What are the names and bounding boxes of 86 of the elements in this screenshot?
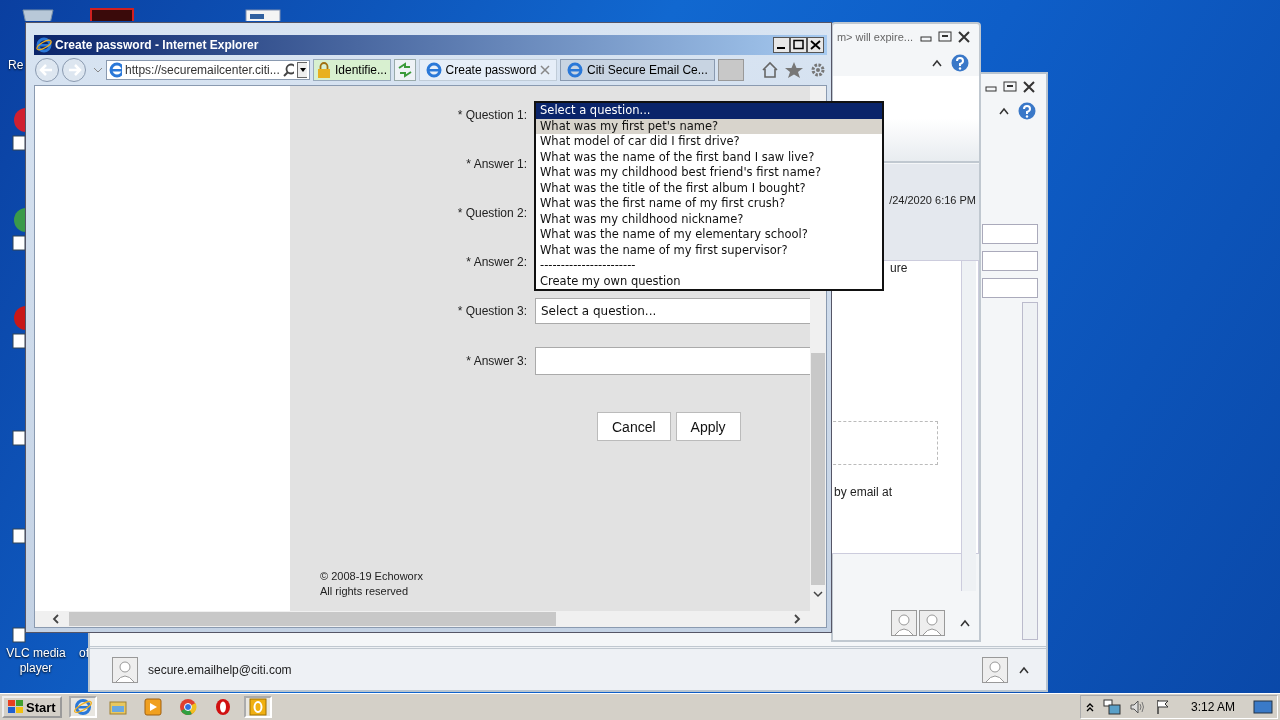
body-text: ure <box>890 261 908 275</box>
dropdown-option[interactable]: What was my childhood best friend's first name? <box>536 165 882 181</box>
dropdown-caret-icon[interactable] <box>297 62 307 78</box>
shortcut-icon[interactable] <box>12 528 26 544</box>
field-label: * Question 1: <box>456 108 527 122</box>
folder-icon <box>107 698 128 716</box>
lock-icon <box>317 62 331 78</box>
close-icon[interactable] <box>540 65 551 75</box>
avatar-icon <box>891 610 917 636</box>
search-icon[interactable] <box>282 63 295 77</box>
scrollbar[interactable] <box>1022 302 1038 640</box>
shortcut-icon[interactable] <box>12 208 26 252</box>
message-date: /24/2020 6:16 PM <box>889 194 976 206</box>
dropdown-option[interactable]: What was the first name of my first crush? <box>536 196 882 212</box>
window-controls-icon[interactable] <box>773 37 825 53</box>
show-desktop-icon[interactable] <box>1253 699 1273 715</box>
horizontal-scrollbar[interactable] <box>35 611 826 627</box>
apply-button[interactable]: Apply <box>675 412 741 441</box>
collapse-icon[interactable] <box>931 58 943 68</box>
network-icon[interactable] <box>1102 699 1121 715</box>
field-label: * Question 3: <box>456 304 527 318</box>
browser-logo-icon <box>36 37 52 53</box>
start-button[interactable]: Start <box>2 696 62 718</box>
expand-icon[interactable] <box>1018 664 1030 675</box>
desktop-icon-label[interactable]: Re <box>8 58 24 72</box>
dropdown-option[interactable]: What was the name of the first band I saw live? <box>536 149 882 165</box>
mail-app-icon <box>247 698 268 716</box>
sender-email[interactable]: secure.emailhelp@citi.com <box>148 662 292 677</box>
field-label: * Answer 3: <box>465 354 527 368</box>
question-select[interactable]: Select a question... <box>535 298 810 324</box>
shortcut-icon[interactable] <box>12 108 26 152</box>
page-icon <box>109 62 123 78</box>
dropdown-option[interactable]: Select a question... <box>536 103 882 119</box>
help-icon[interactable] <box>951 54 969 72</box>
input-field[interactable] <box>982 278 1038 298</box>
avatar-icon <box>982 656 1008 683</box>
expand-icon[interactable] <box>959 618 971 628</box>
answer-field[interactable] <box>535 347 810 375</box>
window-title: m> will expire... <box>836 31 913 43</box>
window-controls-icon[interactable] <box>984 80 1038 94</box>
footer-text: All rights reserved <box>320 584 410 599</box>
field-label: * Answer 2: <box>465 255 527 269</box>
scroll-down-icon[interactable] <box>811 589 825 599</box>
page-icon <box>567 62 584 78</box>
dropdown-option[interactable]: What was the name of my first supervisor? <box>536 242 882 258</box>
dropdown-option[interactable]: What was my childhood nickname? <box>536 211 882 227</box>
windows-logo-icon <box>8 700 24 714</box>
media-player-icon <box>142 698 163 716</box>
page-icon <box>426 62 442 78</box>
taskbar-app[interactable] <box>243 696 272 718</box>
field-label: * Question 2: <box>456 206 527 220</box>
dropdown-option[interactable]: What was the name of my elementary school? <box>536 227 882 243</box>
collapse-icon[interactable] <box>998 106 1010 116</box>
cancel-button[interactable]: Cancel <box>597 412 671 441</box>
volume-icon[interactable] <box>1128 699 1147 715</box>
help-icon[interactable] <box>1018 102 1036 120</box>
browser-logo-icon <box>72 698 93 716</box>
avatar-icon <box>112 656 138 683</box>
shortcut-icon[interactable] <box>12 306 26 350</box>
site-identity-button[interactable]: Identifie... <box>313 59 392 81</box>
dropdown-option[interactable]: ----------------------- <box>536 258 882 274</box>
chevron-up-icon[interactable] <box>1084 701 1095 713</box>
browser-tab[interactable]: Citi Secure Email Ce... <box>560 59 715 81</box>
shortcut-icon[interactable] <box>12 430 26 446</box>
address-bar[interactable]: https://securemailcenter.citi... <box>106 60 310 80</box>
dropdown-option[interactable]: What was the title of the first album I bought? <box>536 180 882 196</box>
avatar-icon <box>919 610 945 636</box>
window-title: Create password - Internet Explorer <box>55 38 259 52</box>
window-controls-icon[interactable] <box>919 30 973 44</box>
dropdown-option[interactable]: Create my own question <box>536 273 882 289</box>
field-label: * Answer 1: <box>465 157 527 171</box>
taskbar-app[interactable] <box>68 696 97 718</box>
scrollbar[interactable] <box>961 261 976 591</box>
desktop-icon-label[interactable]: VLC media player <box>6 646 66 676</box>
home-favorites-settings-icon[interactable] <box>761 60 827 80</box>
dropdown-option[interactable]: What model of car did I first drive? <box>536 134 882 150</box>
footer-text: © 2008-19 Echoworx <box>320 569 424 584</box>
input-field[interactable] <box>982 251 1038 271</box>
refresh-icon[interactable] <box>394 59 417 81</box>
shortcut-icon[interactable] <box>12 627 26 643</box>
clock[interactable]: 3:12 AM <box>1190 700 1235 714</box>
input-field[interactable] <box>982 224 1038 244</box>
chrome-browser-icon <box>177 698 198 716</box>
browser-tab[interactable]: Create password <box>419 59 558 81</box>
body-text: by email at <box>834 485 893 499</box>
flag-icon[interactable] <box>1154 699 1171 715</box>
